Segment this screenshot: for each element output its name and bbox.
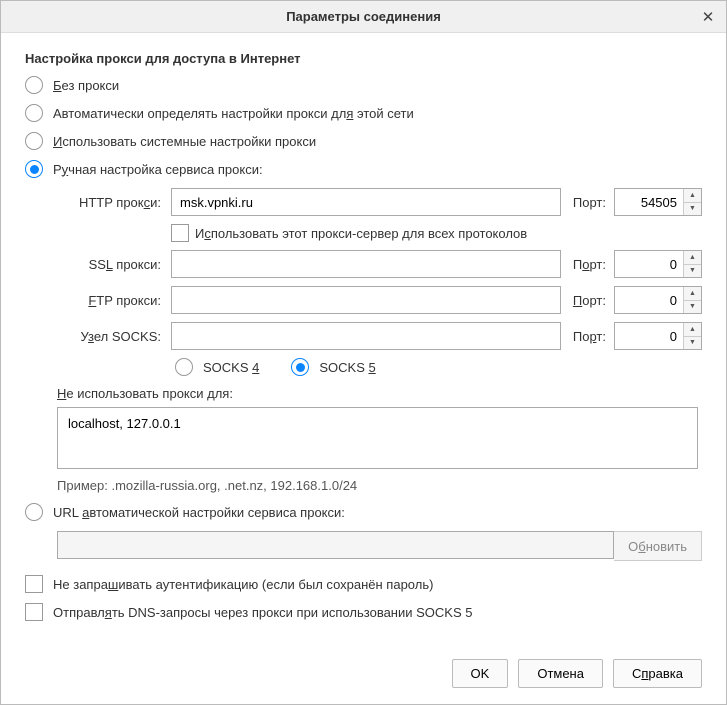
pac-url-input bbox=[57, 531, 614, 559]
radio-auto-detect[interactable] bbox=[25, 104, 43, 122]
spin-up-icon[interactable]: ▲ bbox=[684, 323, 701, 337]
ssl-proxy-label: SSL прокси: bbox=[57, 257, 165, 272]
spin-down-icon[interactable]: ▼ bbox=[684, 203, 701, 216]
socks-port-wrap: ▲▼ bbox=[614, 322, 702, 350]
ftp-proxy-label: FTP прокси: bbox=[57, 293, 165, 308]
http-port-label: Порт: bbox=[567, 195, 608, 210]
radio-socks4[interactable] bbox=[175, 358, 193, 376]
connection-settings-dialog: Параметры соединения ✕ Настройка прокси … bbox=[0, 0, 727, 705]
ssl-proxy-input[interactable] bbox=[171, 250, 561, 278]
http-proxy-label: HTTP прокси: bbox=[57, 195, 165, 210]
label-socks4[interactable]: SOCKS 4 bbox=[203, 360, 259, 375]
label-dns-socks5[interactable]: Отправлять DNS-запросы через прокси при … bbox=[53, 605, 472, 620]
checkbox-no-auth-prompt[interactable] bbox=[25, 575, 43, 593]
socks-host-input[interactable] bbox=[171, 322, 561, 350]
checkbox-use-for-all[interactable] bbox=[171, 224, 189, 242]
cancel-button[interactable]: Отмена bbox=[518, 659, 603, 688]
socks-host-label: Узел SOCKS: bbox=[57, 329, 165, 344]
dialog-title: Параметры соединения bbox=[286, 9, 441, 24]
ssl-port-spinner[interactable]: ▲▼ bbox=[683, 251, 701, 277]
label-no-proxy[interactable]: Без прокси bbox=[53, 78, 119, 93]
http-proxy-input[interactable] bbox=[171, 188, 561, 216]
ok-button[interactable]: OK bbox=[452, 659, 509, 688]
ftp-proxy-input[interactable] bbox=[171, 286, 561, 314]
radio-no-proxy[interactable] bbox=[25, 76, 43, 94]
noproxy-for-label: Не использовать прокси для: bbox=[57, 386, 702, 401]
radio-manual-proxy[interactable] bbox=[25, 160, 43, 178]
noproxy-example: Пример: .mozilla-russia.org, .net.nz, 19… bbox=[57, 478, 702, 493]
close-icon[interactable]: ✕ bbox=[698, 7, 718, 27]
dialog-content: Настройка прокси для доступа в Интернет … bbox=[1, 33, 726, 647]
label-auto-detect[interactable]: Автоматически определять настройки прокс… bbox=[53, 106, 414, 121]
http-port-spinner[interactable]: ▲▼ bbox=[683, 189, 701, 215]
checkbox-dns-socks5[interactable] bbox=[25, 603, 43, 621]
titlebar: Параметры соединения ✕ bbox=[1, 1, 726, 33]
label-pac-url[interactable]: URL автоматической настройки сервиса про… bbox=[53, 505, 345, 520]
reload-button: Обновить bbox=[614, 531, 702, 561]
http-port-wrap: ▲▼ bbox=[614, 188, 702, 216]
help-button[interactable]: Справка bbox=[613, 659, 702, 688]
spin-down-icon[interactable]: ▼ bbox=[684, 265, 701, 278]
ftp-port-input[interactable] bbox=[615, 287, 683, 313]
spin-up-icon[interactable]: ▲ bbox=[684, 251, 701, 265]
spin-up-icon[interactable]: ▲ bbox=[684, 189, 701, 203]
ssl-port-input[interactable] bbox=[615, 251, 683, 277]
label-no-auth-prompt[interactable]: Не запрашивать аутентификацию (если был … bbox=[53, 577, 433, 592]
radio-socks5[interactable] bbox=[291, 358, 309, 376]
ssl-port-label: Порт: bbox=[567, 257, 608, 272]
label-manual-proxy[interactable]: Ручная настройка сервиса прокси: bbox=[53, 162, 263, 177]
dialog-footer: OK Отмена Справка bbox=[1, 647, 726, 704]
ftp-port-wrap: ▲▼ bbox=[614, 286, 702, 314]
socks-port-input[interactable] bbox=[615, 323, 683, 349]
radio-pac-url[interactable] bbox=[25, 503, 43, 521]
manual-proxy-panel: HTTP прокси: Порт: ▲▼ Использовать этот … bbox=[57, 188, 702, 350]
socks-port-spinner[interactable]: ▲▼ bbox=[683, 323, 701, 349]
label-socks5[interactable]: SOCKS 5 bbox=[319, 360, 375, 375]
section-heading: Настройка прокси для доступа в Интернет bbox=[25, 51, 702, 66]
label-use-for-all[interactable]: Использовать этот прокси-сервер для всех… bbox=[195, 226, 527, 241]
ssl-port-wrap: ▲▼ bbox=[614, 250, 702, 278]
radio-system-proxy[interactable] bbox=[25, 132, 43, 150]
noproxy-textarea[interactable]: localhost, 127.0.0.1 bbox=[57, 407, 698, 469]
spin-down-icon[interactable]: ▼ bbox=[684, 301, 701, 314]
socks-port-label: Порт: bbox=[567, 329, 608, 344]
label-system-proxy[interactable]: Использовать системные настройки прокси bbox=[53, 134, 316, 149]
http-port-input[interactable] bbox=[615, 189, 683, 215]
ftp-port-label: Порт: bbox=[567, 293, 608, 308]
ftp-port-spinner[interactable]: ▲▼ bbox=[683, 287, 701, 313]
spin-down-icon[interactable]: ▼ bbox=[684, 337, 701, 350]
spin-up-icon[interactable]: ▲ bbox=[684, 287, 701, 301]
